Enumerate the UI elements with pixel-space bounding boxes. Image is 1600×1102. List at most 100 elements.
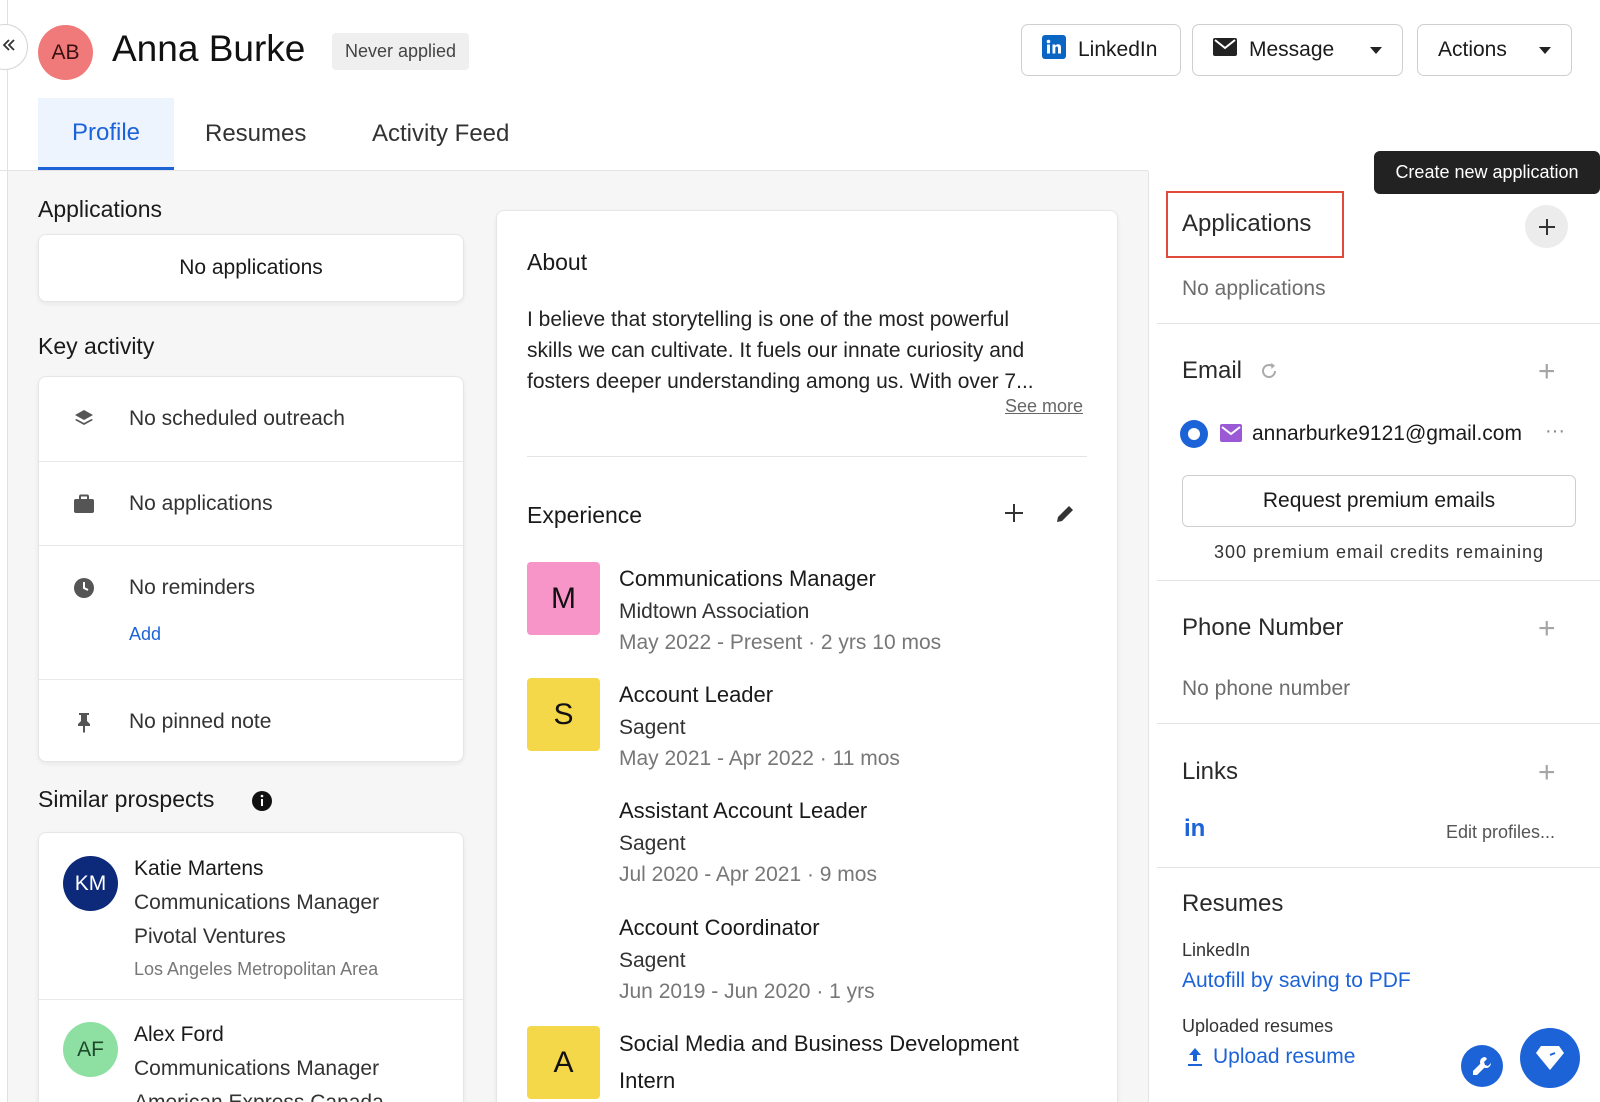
more-options-icon[interactable]: ··· bbox=[1545, 420, 1565, 443]
pin-icon bbox=[72, 710, 96, 734]
upload-resume-link[interactable]: Upload resume bbox=[1213, 1045, 1355, 1069]
diamond-icon bbox=[1536, 1046, 1564, 1070]
see-more-link[interactable]: See more bbox=[1005, 396, 1083, 417]
about-text: I believe that storytelling is one of th… bbox=[527, 304, 1097, 397]
tooltip: Create new application bbox=[1374, 151, 1600, 194]
key-activity-heading: Key activity bbox=[38, 333, 155, 359]
tab-resumes[interactable]: Resumes bbox=[205, 98, 306, 170]
divider bbox=[1157, 323, 1600, 324]
upload-icon bbox=[1186, 1047, 1204, 1072]
key-activity-text: No reminders bbox=[129, 576, 256, 599]
prospect-company: American Express Canada bbox=[134, 1091, 384, 1102]
company-logo: A bbox=[527, 1026, 600, 1099]
actions-button-label: Actions bbox=[1438, 38, 1507, 61]
info-icon[interactable] bbox=[251, 790, 273, 817]
divider bbox=[1157, 867, 1600, 868]
prospect-list-item[interactable]: AF Alex Ford Communications Manager Amer… bbox=[39, 1000, 463, 1102]
links-heading: Links bbox=[1182, 758, 1239, 785]
double-chevron-left-icon bbox=[1, 37, 17, 58]
experience-title: Account Coordinator bbox=[619, 915, 820, 940]
plus-icon bbox=[1538, 218, 1555, 235]
page-title: Anna Burke bbox=[112, 28, 306, 69]
create-application-button[interactable] bbox=[1525, 205, 1568, 248]
experience-title-continued: Intern bbox=[619, 1068, 676, 1093]
divider bbox=[1157, 723, 1600, 724]
collapse-sidebar-button[interactable] bbox=[0, 24, 28, 70]
status-badge: Never applied bbox=[332, 33, 470, 70]
prospect-title: Communications Manager bbox=[134, 1057, 380, 1080]
edit-experience-button[interactable] bbox=[1054, 503, 1076, 530]
similar-prospects-heading: Similar prospects bbox=[38, 786, 215, 812]
premium-credits-text: 300 premium email credits remaining bbox=[1213, 542, 1545, 562]
email-heading: Email bbox=[1182, 357, 1243, 384]
tab-activity-feed[interactable]: Activity Feed bbox=[372, 98, 509, 170]
experience-dates: May 2021 - Apr 2022 · 11 mos bbox=[619, 747, 900, 770]
about-text-line: fosters deeper understanding among us. W… bbox=[527, 370, 1034, 393]
prospect-name: Alex Ford bbox=[134, 1023, 224, 1046]
experience-title: Communications Manager bbox=[619, 566, 876, 591]
experience-dates: Jun 2019 - Jun 2020 · 1 yrs bbox=[619, 980, 875, 1003]
resumes-linkedin-label: LinkedIn bbox=[1182, 940, 1251, 960]
caret-down-icon bbox=[1539, 46, 1551, 54]
add-reminder-link[interactable]: Add bbox=[129, 624, 161, 645]
key-activity-text: No applications bbox=[129, 491, 273, 515]
experience-title: Social Media and Business Development bbox=[619, 1031, 1019, 1056]
key-activity-row-reminders: No reminders Add bbox=[39, 545, 463, 679]
divider bbox=[1157, 580, 1600, 581]
about-heading: About bbox=[527, 249, 588, 275]
uploaded-resumes-label: Uploaded resumes bbox=[1182, 1016, 1334, 1036]
key-activity-text: No scheduled outreach bbox=[129, 407, 345, 430]
clock-icon bbox=[72, 576, 96, 600]
autofill-pdf-link[interactable]: Autofill by saving to PDF bbox=[1182, 969, 1411, 993]
tools-fab-button[interactable] bbox=[1461, 1045, 1503, 1087]
company-logo: M bbox=[527, 562, 600, 635]
email-address[interactable]: annarburke9121@gmail.com bbox=[1252, 422, 1522, 446]
right-applications-empty: No applications bbox=[1182, 277, 1326, 300]
divider bbox=[527, 456, 1087, 457]
caret-down-icon bbox=[1370, 46, 1382, 54]
primary-email-radio[interactable] bbox=[1180, 420, 1208, 448]
prospect-list-item[interactable]: KM Katie Martens Communications Manager … bbox=[39, 833, 463, 999]
envelope-icon bbox=[1213, 37, 1237, 63]
prospect-title: Communications Manager bbox=[134, 891, 380, 914]
linkedin-button[interactable]: LinkedIn bbox=[1021, 24, 1181, 76]
applications-empty-text: No applications bbox=[179, 256, 323, 279]
avatar: AB bbox=[38, 25, 93, 80]
company-logo: S bbox=[527, 678, 600, 751]
prospect-name: Katie Martens bbox=[134, 857, 264, 880]
add-email-button[interactable]: + bbox=[1538, 357, 1556, 387]
linkedin-link-icon[interactable]: in bbox=[1184, 815, 1205, 843]
similar-prospects-card: KM Katie Martens Communications Manager … bbox=[38, 832, 464, 1102]
request-premium-emails-button[interactable]: Request premium emails bbox=[1182, 475, 1576, 527]
avatar: KM bbox=[63, 856, 118, 911]
experience-company: Midtown Association bbox=[619, 600, 810, 623]
add-phone-button[interactable]: + bbox=[1538, 614, 1556, 644]
avatar: AF bbox=[63, 1022, 118, 1077]
applications-card: No applications bbox=[38, 234, 464, 302]
key-activity-card: No scheduled outreach No applications No… bbox=[38, 376, 464, 762]
radio-dot bbox=[1188, 428, 1200, 440]
key-activity-row-applications: No applications bbox=[39, 461, 463, 545]
assistant-fab-button[interactable] bbox=[1520, 1028, 1580, 1088]
add-experience-button[interactable] bbox=[1003, 502, 1025, 529]
key-activity-row-pinned-note: No pinned note bbox=[39, 679, 463, 763]
experience-title: Account Leader bbox=[619, 682, 774, 707]
experience-dates: May 2022 - Present · 2 yrs 10 mos bbox=[619, 631, 942, 654]
linkedin-button-label: LinkedIn bbox=[1078, 38, 1158, 61]
tab-profile[interactable]: Profile bbox=[38, 98, 174, 170]
plus-icon bbox=[1005, 504, 1023, 522]
refresh-icon[interactable] bbox=[1259, 361, 1279, 386]
experience-company: Sagent bbox=[619, 832, 686, 855]
actions-button[interactable]: Actions bbox=[1417, 24, 1572, 76]
edit-profiles-link[interactable]: Edit profiles... bbox=[1446, 822, 1555, 843]
briefcase-icon bbox=[72, 492, 96, 516]
about-text-line: skills we can cultivate. It fuels our in… bbox=[527, 339, 1025, 362]
phone-empty-text: No phone number bbox=[1182, 677, 1351, 700]
add-link-button[interactable]: + bbox=[1538, 758, 1556, 788]
prospect-company: Pivotal Ventures bbox=[134, 925, 286, 948]
message-button[interactable]: Message bbox=[1192, 24, 1403, 76]
about-text-line: I believe that storytelling is one of th… bbox=[527, 308, 1010, 331]
resumes-heading: Resumes bbox=[1182, 890, 1284, 917]
experience-title: Assistant Account Leader bbox=[619, 798, 868, 823]
wrench-icon bbox=[1473, 1057, 1491, 1075]
